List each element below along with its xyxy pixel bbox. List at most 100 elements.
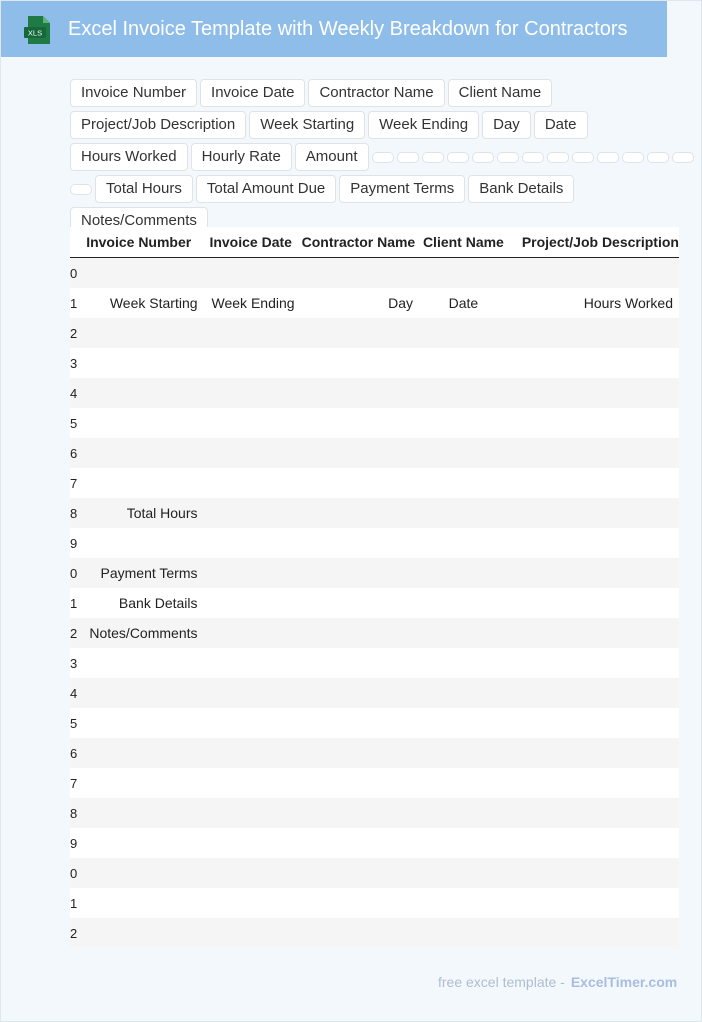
svg-text:XLS: XLS: [28, 29, 42, 38]
table-cell: Week Starting: [79, 288, 204, 318]
table-cell: [79, 318, 204, 348]
table-row: 1: [70, 888, 679, 918]
table-row: 1 Week Starting Week Ending Day Date Hours Wo…: [70, 288, 679, 318]
field-tag: Week Ending: [368, 111, 480, 139]
field-tag: Day: [482, 111, 531, 139]
row-number: 1: [70, 588, 80, 618]
table-cell: [419, 438, 508, 468]
table-cell: [297, 708, 419, 738]
table-cell: Date: [419, 288, 508, 318]
table-cell: [507, 438, 679, 468]
field-tag: Invoice Number: [70, 79, 198, 107]
table-cell: [297, 378, 419, 408]
field-tag: [521, 152, 544, 163]
row-number: 5: [70, 408, 80, 438]
table-cell: Day: [297, 288, 419, 318]
table-cell: [203, 257, 298, 288]
field-tag: [446, 152, 469, 163]
row-number: 1: [70, 888, 80, 918]
field-tag: [70, 184, 92, 195]
table-cell: [507, 738, 679, 768]
field-tag: [621, 152, 644, 163]
row-number: 2: [70, 918, 80, 947]
row-number: 9: [70, 528, 80, 558]
table-row: 2 Notes/Comments: [70, 618, 679, 648]
table-cell: [203, 348, 298, 378]
table-cell: [507, 888, 679, 918]
table-cell: [79, 468, 204, 498]
row-number: 2: [70, 318, 80, 348]
field-tag: [496, 152, 519, 163]
table-cell: [507, 798, 679, 828]
table-cell: [419, 648, 508, 678]
row-number: 8: [70, 798, 80, 828]
field-tag-list: Invoice Number Invoice Date Contractor Nam…: [70, 79, 702, 235]
table-cell: [79, 858, 204, 888]
footer-text: free excel template -: [438, 974, 565, 990]
field-tag: Project/Job Description: [70, 111, 247, 139]
table-cell: [419, 768, 508, 798]
row-number: 1: [70, 288, 80, 318]
table-cell: [507, 678, 679, 708]
table-cell: [419, 558, 508, 588]
table-cell: [203, 768, 298, 798]
table-cell: [297, 257, 419, 288]
page-title: Excel Invoice Template with Weekly Break…: [68, 18, 628, 40]
table-cell: [203, 678, 298, 708]
table-cell: [79, 648, 204, 678]
table-cell: [507, 348, 679, 378]
table-cell: [203, 858, 298, 888]
field-tag: [571, 152, 594, 163]
table-cell: [203, 828, 298, 858]
table-cell: [297, 558, 419, 588]
field-tag: [471, 152, 494, 163]
footer-brand-link[interactable]: ExcelTimer.com: [571, 974, 677, 990]
table-cell: [203, 798, 298, 828]
table-cell: [419, 588, 508, 618]
table-cell: [203, 738, 298, 768]
row-number: 4: [70, 378, 80, 408]
table-cell: [297, 738, 419, 768]
table-row: 2: [70, 918, 679, 947]
table-cell: [419, 888, 508, 918]
column-header: Invoice Number: [79, 227, 204, 258]
field-tag: [546, 152, 569, 163]
field-tag: [371, 152, 394, 163]
table-cell: [419, 408, 508, 438]
field-tag: Date: [533, 111, 588, 139]
spreadsheet-preview: Invoice Number Invoice Date Contractor N…: [70, 227, 679, 947]
table-cell: [419, 708, 508, 738]
table-cell: [297, 648, 419, 678]
row-number: 0: [70, 558, 80, 588]
row-number: 6: [70, 738, 80, 768]
table-row: 6: [70, 738, 679, 768]
table-row: 1 Bank Details: [70, 588, 679, 618]
table-cell: [419, 798, 508, 828]
table-cell: [79, 408, 204, 438]
table-row: 6: [70, 438, 679, 468]
table-cell: [507, 257, 679, 288]
table-row: 9: [70, 528, 679, 558]
excel-file-icon: XLS: [24, 16, 50, 44]
column-header: Client Name: [419, 227, 508, 258]
table-cell: [507, 408, 679, 438]
table-cell: [79, 678, 204, 708]
field-tag: [646, 152, 669, 163]
table-cell: [507, 918, 679, 947]
table-cell: [203, 498, 298, 528]
column-header: Project/Job Description: [507, 227, 679, 258]
field-tag: Contractor Name: [308, 79, 445, 107]
table-cell: [297, 918, 419, 947]
table-cell: [419, 378, 508, 408]
table-row: 4: [70, 678, 679, 708]
table-cell: [507, 378, 679, 408]
table-cell: [419, 528, 508, 558]
field-tag: Week Starting: [249, 111, 366, 139]
table-cell: Week Ending: [203, 288, 298, 318]
table-cell: [419, 348, 508, 378]
table-cell: [203, 438, 298, 468]
table-cell: [79, 768, 204, 798]
table-cell: [297, 888, 419, 918]
table-cell: [203, 408, 298, 438]
row-number: 9: [70, 828, 80, 858]
